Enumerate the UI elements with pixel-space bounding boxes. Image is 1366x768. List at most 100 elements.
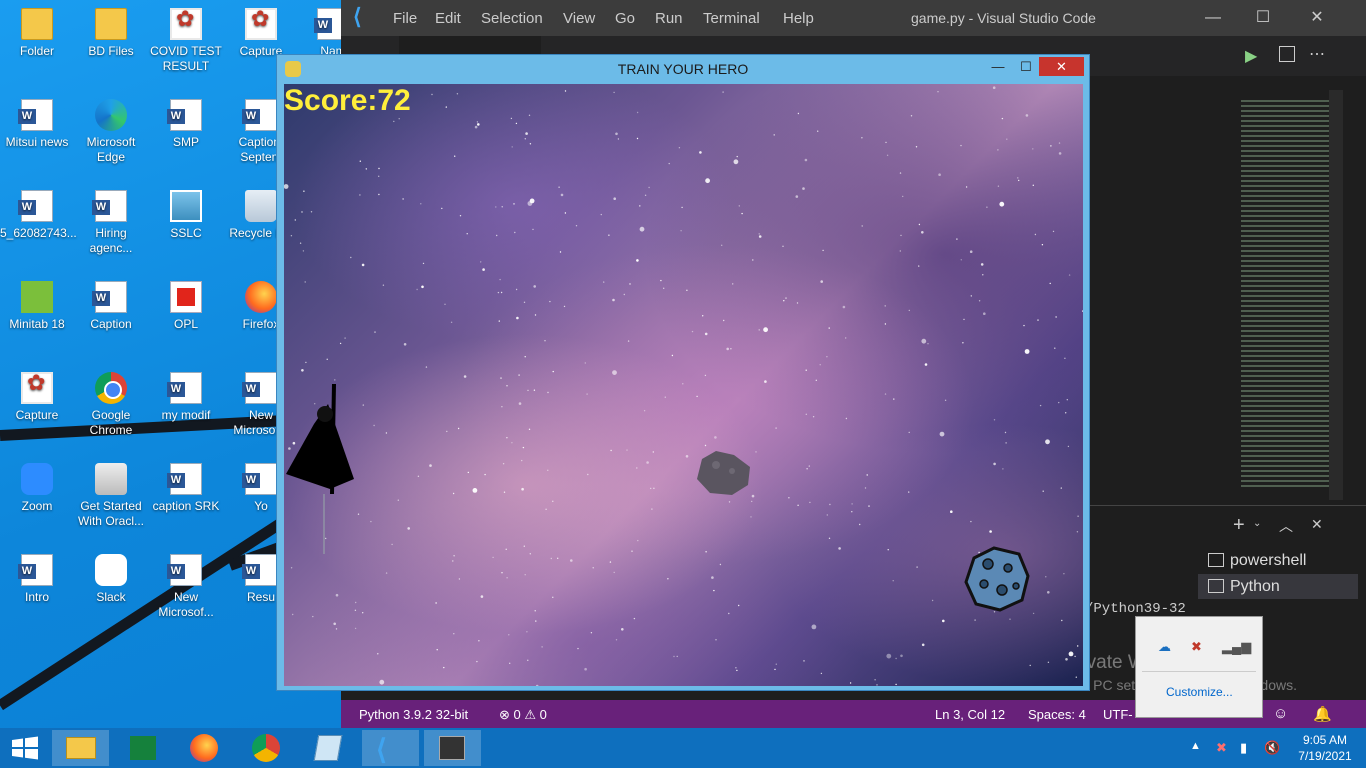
star [378,193,380,196]
star [501,406,503,408]
taskbar-firefox[interactable] [176,730,233,766]
desktop-icon[interactable]: Intro [0,554,74,605]
show-hidden-icons-icon[interactable]: ▲ [1190,740,1206,756]
feedback-icon[interactable]: ☺ [1273,705,1288,722]
desktop-icon[interactable]: caption SRK [149,463,223,514]
menu-help[interactable]: Help [783,10,814,27]
star [970,520,972,523]
desktop-icon[interactable]: Google Chrome [74,372,148,438]
star [636,467,638,469]
cloud-icon[interactable]: ☁ [1158,639,1176,655]
chevron-down-icon[interactable]: ⌄ [1253,518,1261,529]
status-interpreter[interactable]: Python 3.9.2 32-bit [359,707,468,722]
star [1058,152,1062,155]
desktop-icon[interactable]: Slack [74,554,148,605]
star [671,354,674,357]
menu-go[interactable]: Go [615,10,635,27]
star [422,262,425,265]
star [425,366,428,368]
star [1045,576,1047,578]
menu-file[interactable]: File [393,10,417,27]
game-canvas[interactable]: Score:72 [284,84,1083,686]
network-icon[interactable]: ▮ [1240,740,1256,756]
desktop-icon[interactable]: Zoom [0,463,74,514]
desktop-icon[interactable]: Hiring agenc... [74,190,148,256]
editor-scrollbar[interactable] [1329,90,1343,500]
customize-link[interactable]: Customize... [1166,685,1233,699]
more-actions-icon[interactable]: ⋯ [1309,44,1325,64]
desktop-icon[interactable]: COVID TEST RESULT [149,8,223,74]
game-window: TRAIN YOUR HERO — ☐ ✕ Score:72 [276,54,1090,691]
star [893,398,895,400]
star [795,195,799,198]
minimize-button[interactable]: — [982,57,1014,76]
desktop-icon[interactable]: BD Files [74,8,148,59]
star [808,465,810,467]
run-icon[interactable]: ▶ [1245,46,1257,66]
status-encoding[interactable]: UTF- [1103,707,1133,722]
split-editor-icon[interactable] [1279,46,1295,62]
star [480,595,484,598]
security-icon[interactable]: ✖ [1191,639,1209,655]
status-problems[interactable]: ⊗ 0 ⚠ 0 [499,707,547,723]
desktop-icon[interactable]: Caption [74,281,148,332]
star [545,508,547,510]
star [541,646,543,648]
maximize-panel-icon[interactable]: ︿ [1279,516,1293,536]
desktop-icon[interactable]: SMP [149,99,223,150]
star [477,123,480,126]
volume-muted-icon[interactable]: 🔇 [1264,740,1280,756]
desktop-icon-label: Minitab 18 [9,317,65,331]
star [886,154,889,156]
desktop-icon[interactable]: Capture [0,372,74,423]
taskbar-chrome[interactable] [238,730,295,766]
word-icon [18,554,53,586]
desktop-icon[interactable]: my modif [149,372,223,423]
terminal-tab-python[interactable]: Python [1198,574,1358,599]
terminal-tab-powershell[interactable]: powershell [1198,548,1358,573]
status-cursor[interactable]: Ln 3, Col 12 [935,707,1005,722]
desktop-icon[interactable]: Mitsui news [0,99,74,150]
taskbar-store[interactable] [114,730,171,766]
minimize-icon[interactable]: — [1201,6,1225,30]
desktop-icon[interactable]: OPL [149,281,223,332]
star [826,514,828,516]
close-button[interactable]: ✕ [1039,57,1084,76]
clock[interactable]: 9:05 AM 7/19/2021 [1288,732,1362,764]
desktop-icon[interactable]: Folder [0,8,74,59]
maximize-icon[interactable]: ☐ [1251,6,1275,30]
menu-run[interactable]: Run [655,10,683,27]
desktop-icon[interactable]: Microsoft Edge [74,99,148,165]
taskbar-python[interactable] [424,730,481,766]
security-alert-icon[interactable]: ✖ [1216,740,1232,756]
close-panel-icon[interactable]: ✕ [1311,516,1323,533]
start-button[interactable] [0,730,50,766]
menu-selection[interactable]: Selection [481,10,543,27]
menu-terminal[interactable]: Terminal [703,10,760,27]
maximize-button[interactable]: ☐ [1011,57,1041,76]
status-spaces[interactable]: Spaces: 4 [1028,707,1086,722]
desktop-icon[interactable]: Capture [224,8,298,59]
taskbar-vscode[interactable]: ⟨ [362,730,419,766]
desktop-icon[interactable]: 5_62082743... [0,190,77,241]
star [516,316,519,320]
desktop-icon[interactable]: Get Started With Oracl... [74,463,148,529]
star [686,289,688,291]
star [529,553,531,555]
star [550,557,552,560]
star [639,205,641,207]
star [660,279,662,282]
star [1065,658,1068,661]
taskbar-file-explorer[interactable] [52,730,109,766]
desktop-icon[interactable]: New Microsof... [149,554,223,620]
notifications-icon[interactable]: 🔔 [1313,705,1332,723]
close-icon[interactable]: ✕ [1305,6,1329,30]
menu-view[interactable]: View [563,10,595,27]
desktop-icon[interactable]: SSLC [149,190,223,241]
desktop-icon[interactable]: Minitab 18 [0,281,74,332]
minimap[interactable] [1241,100,1331,490]
taskbar-notepad[interactable] [300,730,357,766]
signal-icon[interactable]: ▂▄▆ [1222,639,1251,655]
new-terminal-icon[interactable]: + [1233,514,1245,537]
menu-edit[interactable]: Edit [435,10,461,27]
